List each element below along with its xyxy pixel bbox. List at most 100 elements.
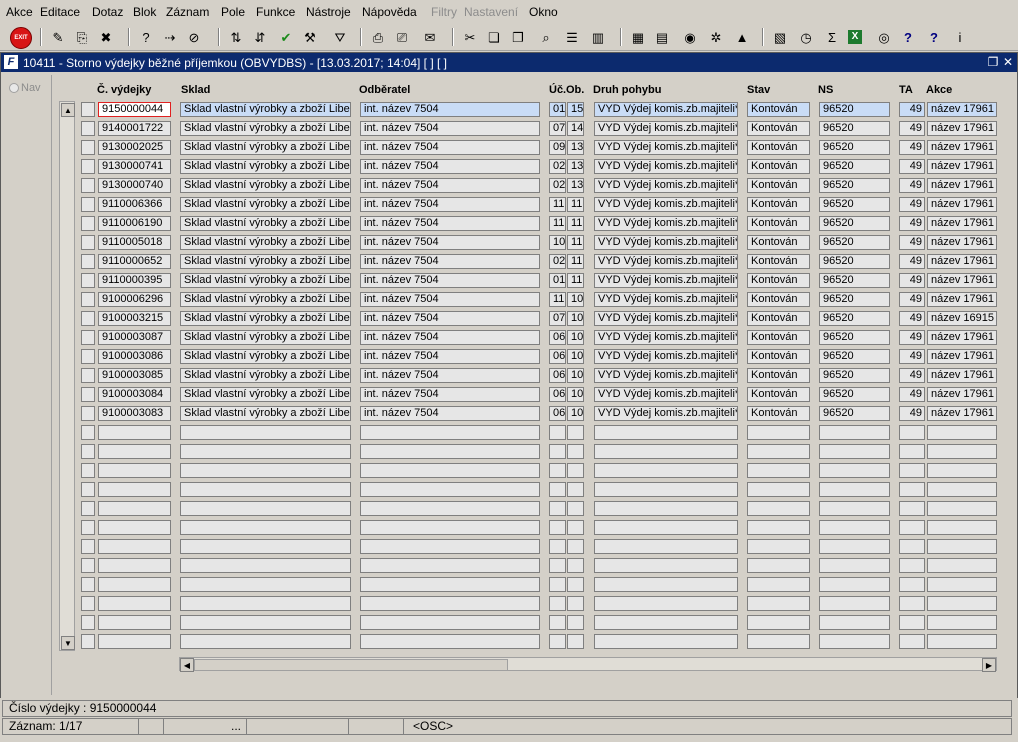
empty-cell-ob[interactable] xyxy=(567,596,584,611)
cell-odb[interactable]: int. název 7504 xyxy=(360,121,540,136)
cell-c[interactable]: 9110005018 xyxy=(98,235,171,250)
empty-cell-odb[interactable] xyxy=(360,634,540,649)
empty-cell-c[interactable] xyxy=(98,577,171,592)
empty-cell-akce[interactable] xyxy=(927,615,997,630)
scroll-thumb[interactable] xyxy=(194,659,508,671)
calculator-icon[interactable]: ▦ xyxy=(628,27,648,47)
empty-cell-ns[interactable] xyxy=(819,558,890,573)
menu-item-0[interactable]: Akce xyxy=(6,5,33,19)
cell-odb[interactable]: int. název 7504 xyxy=(360,159,540,174)
cell-druh[interactable]: VYD Výdej komis.zb.majiteli* xyxy=(594,330,738,345)
empty-cell-c[interactable] xyxy=(98,444,171,459)
cell-ob[interactable]: 11 xyxy=(567,197,584,212)
cell-uc[interactable]: 11 xyxy=(549,292,566,307)
column-header-sklad[interactable]: Sklad xyxy=(181,84,210,96)
cell-sklad[interactable]: Sklad vlastní výrobky a zboží Liber xyxy=(180,273,351,288)
cell-odb[interactable]: int. název 7504 xyxy=(360,330,540,345)
menu-item-8[interactable]: Nápověda xyxy=(362,5,417,19)
empty-cell-odb[interactable] xyxy=(360,577,540,592)
cell-sklad[interactable]: Sklad vlastní výrobky a zboží Liber xyxy=(180,387,351,402)
empty-cell-c[interactable] xyxy=(98,482,171,497)
empty-cell-ta[interactable] xyxy=(899,558,925,573)
cell-stav[interactable]: Kontován xyxy=(747,140,810,155)
cell-akce[interactable]: název 17961 xyxy=(927,197,997,212)
cell-sklad[interactable]: Sklad vlastní výrobky a zboží Liber xyxy=(180,159,351,174)
vertical-scrollbar[interactable]: ▲ ▼ xyxy=(59,101,75,651)
empty-cell-druh[interactable] xyxy=(594,539,738,554)
cell-ob[interactable]: 11 xyxy=(567,235,584,250)
cell-ta[interactable]: 49 xyxy=(899,406,925,421)
cell-akce[interactable]: název 17961 xyxy=(927,235,997,250)
empty-cell-uc[interactable] xyxy=(549,482,566,497)
empty-cell-sklad[interactable] xyxy=(180,463,351,478)
query-enter-icon[interactable]: ? xyxy=(136,27,156,47)
empty-cell-ob[interactable] xyxy=(567,539,584,554)
cell-ta[interactable]: 49 xyxy=(899,387,925,402)
cell-druh[interactable]: VYD Výdej komis.zb.majiteli* xyxy=(594,387,738,402)
cell-druh[interactable]: VYD Výdej komis.zb.majiteli* xyxy=(594,140,738,155)
cell-odb[interactable]: int. název 7504 xyxy=(360,368,540,383)
cell-c[interactable]: 9100003215 xyxy=(98,311,171,326)
empty-cell-ns[interactable] xyxy=(819,539,890,554)
cell-odb[interactable]: int. název 7504 xyxy=(360,387,540,402)
menu-item-6[interactable]: Funkce xyxy=(256,5,295,19)
cell-ta[interactable]: 49 xyxy=(899,140,925,155)
cell-stav[interactable]: Kontován xyxy=(747,406,810,421)
cell-stav[interactable]: Kontován xyxy=(747,178,810,193)
cell-stav[interactable]: Kontován xyxy=(747,387,810,402)
scroll-left-icon[interactable]: ◀ xyxy=(180,658,194,672)
cell-stav[interactable]: Kontován xyxy=(747,273,810,288)
cell-uc[interactable]: 06 xyxy=(549,387,566,402)
empty-cell-akce[interactable] xyxy=(927,444,997,459)
row-marker[interactable] xyxy=(81,520,95,535)
column-header-druh[interactable]: Druh pohybu xyxy=(593,84,661,96)
column-header-c[interactable]: Č. výdejky xyxy=(97,84,151,96)
sort-asc-icon[interactable]: ⇅ xyxy=(226,27,246,47)
cell-ta[interactable]: 49 xyxy=(899,235,925,250)
cell-stav[interactable]: Kontován xyxy=(747,349,810,364)
empty-cell-druh[interactable] xyxy=(594,596,738,611)
cell-ob[interactable]: 13 xyxy=(567,159,584,174)
empty-cell-stav[interactable] xyxy=(747,482,810,497)
print-icon[interactable]: ⎙ xyxy=(368,27,388,47)
menu-item-3[interactable]: Blok xyxy=(133,5,156,19)
filter-icon[interactable]: ⛛ xyxy=(330,27,350,47)
empty-cell-uc[interactable] xyxy=(549,539,566,554)
empty-cell-druh[interactable] xyxy=(594,577,738,592)
cell-stav[interactable]: Kontován xyxy=(747,254,810,269)
empty-cell-ns[interactable] xyxy=(819,615,890,630)
empty-cell-sklad[interactable] xyxy=(180,482,351,497)
cell-ta[interactable]: 49 xyxy=(899,273,925,288)
empty-cell-uc[interactable] xyxy=(549,615,566,630)
cell-sklad[interactable]: Sklad vlastní výrobky a zboží Liber xyxy=(180,102,351,117)
cell-ob[interactable]: 10 xyxy=(567,368,584,383)
row-marker[interactable] xyxy=(81,539,95,554)
cell-ob[interactable]: 10 xyxy=(567,349,584,364)
menu-item-7[interactable]: Nástroje xyxy=(306,5,351,19)
cell-akce[interactable]: název 17961 xyxy=(927,368,997,383)
cell-ns[interactable]: 96520 xyxy=(819,140,890,155)
cell-odb[interactable]: int. název 7504 xyxy=(360,178,540,193)
empty-cell-c[interactable] xyxy=(98,425,171,440)
empty-cell-ob[interactable] xyxy=(567,463,584,478)
empty-cell-ns[interactable] xyxy=(819,501,890,516)
row-marker[interactable] xyxy=(81,596,95,611)
cell-ns[interactable]: 96520 xyxy=(819,235,890,250)
row-marker[interactable] xyxy=(81,330,95,345)
row-marker[interactable] xyxy=(81,311,95,326)
cell-ob[interactable]: 11 xyxy=(567,216,584,231)
empty-cell-druh[interactable] xyxy=(594,444,738,459)
empty-cell-odb[interactable] xyxy=(360,501,540,516)
restore-icon[interactable]: ❐ xyxy=(986,55,1000,69)
cell-c[interactable]: 9110000652 xyxy=(98,254,171,269)
empty-cell-ns[interactable] xyxy=(819,463,890,478)
empty-cell-uc[interactable] xyxy=(549,463,566,478)
cell-akce[interactable]: název 17961 xyxy=(927,121,997,136)
empty-cell-c[interactable] xyxy=(98,558,171,573)
empty-cell-ta[interactable] xyxy=(899,596,925,611)
row-marker[interactable] xyxy=(81,368,95,383)
empty-cell-ta[interactable] xyxy=(899,634,925,649)
cell-odb[interactable]: int. název 7504 xyxy=(360,292,540,307)
empty-cell-sklad[interactable] xyxy=(180,634,351,649)
globe-icon[interactable]: ◉ xyxy=(680,27,700,47)
